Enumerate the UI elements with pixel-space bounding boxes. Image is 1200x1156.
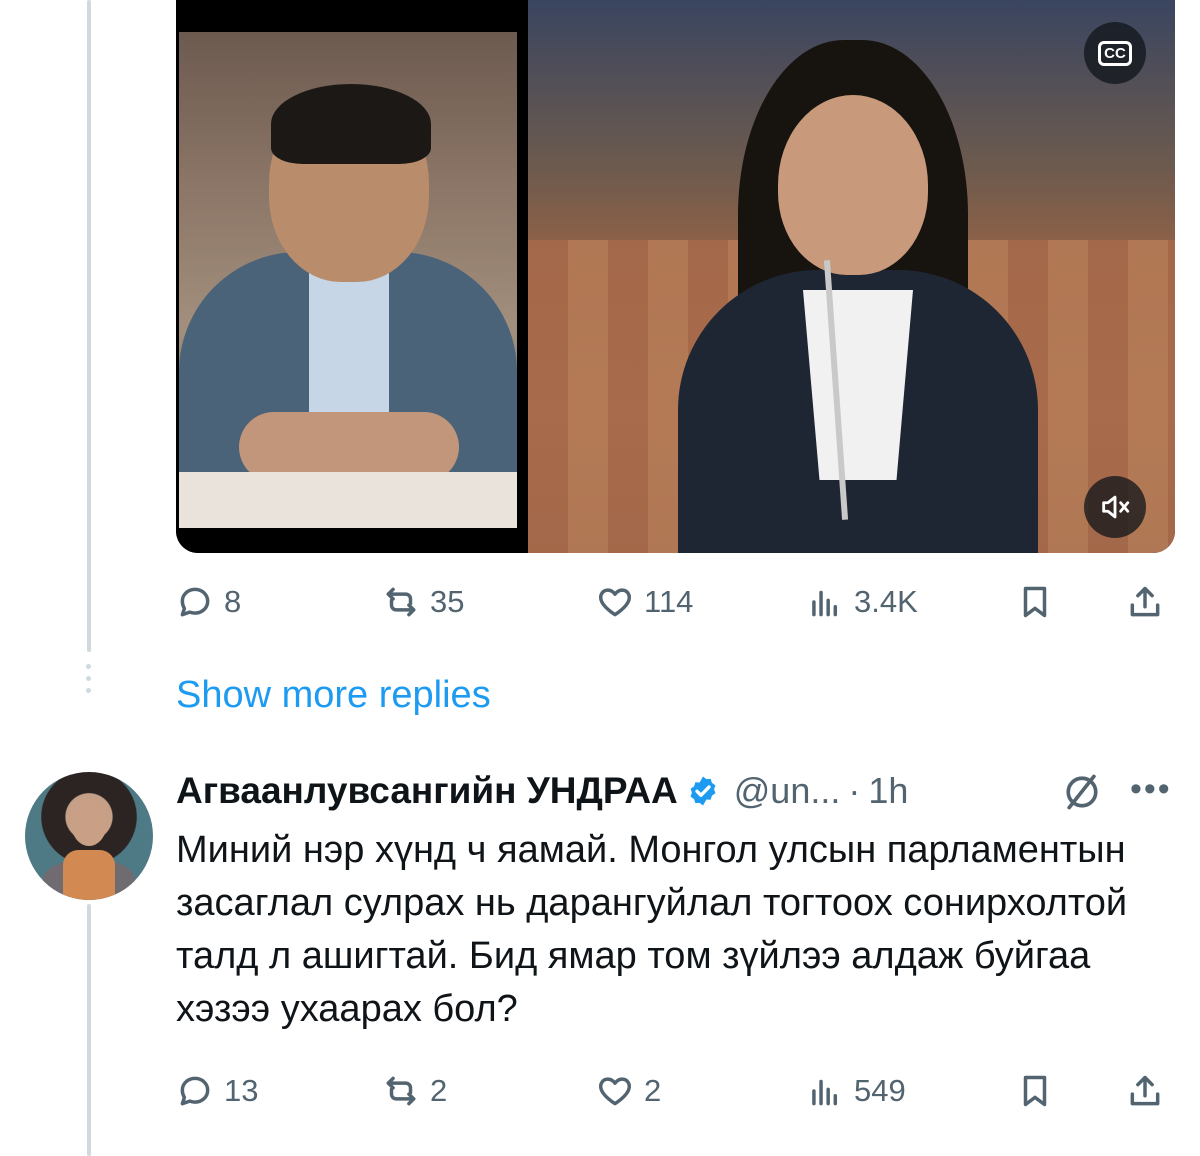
views-button[interactable]: 549	[806, 1066, 906, 1116]
heart-icon	[599, 1077, 631, 1106]
like-count: 2	[644, 1073, 662, 1108]
media-right-photo	[528, 0, 1175, 553]
reply-count: 13	[224, 1073, 259, 1108]
reply-actions: 13 2 2 549	[176, 1066, 1166, 1116]
repost-icon	[386, 1076, 416, 1106]
tweet-media[interactable]: CC	[176, 0, 1175, 553]
media-left-photo	[176, 0, 528, 553]
reply-button[interactable]: 8	[176, 577, 241, 627]
reply-icon	[180, 1076, 210, 1106]
grok-icon[interactable]	[1060, 770, 1104, 814]
share-icon	[1130, 586, 1160, 617]
reply-icon	[180, 587, 210, 617]
views-count: 3.4K	[854, 584, 918, 619]
like-button[interactable]: 114	[596, 577, 693, 627]
bookmark-icon	[1023, 586, 1047, 618]
repost-icon	[386, 587, 416, 617]
author-handle[interactable]: @un...	[734, 770, 841, 812]
views-icon	[812, 590, 838, 617]
thread-dots	[86, 664, 91, 693]
separator-dot: ·	[848, 770, 861, 811]
reply-text: Миний нэр хүнд ч яамай. Монгол улсын пар…	[176, 829, 1128, 1030]
thread-line-top	[87, 0, 91, 652]
verified-badge-icon	[690, 776, 716, 806]
views-button[interactable]: 3.4K	[806, 577, 918, 627]
author-name[interactable]: Агваанлувсангийн УНДРАА	[176, 770, 678, 812]
avatar[interactable]	[25, 772, 153, 900]
views-icon	[812, 1079, 838, 1106]
timestamp[interactable]: 1h	[868, 770, 908, 812]
mute-button[interactable]	[1084, 476, 1146, 538]
captions-button[interactable]: CC	[1084, 22, 1146, 84]
bookmark-icon	[1023, 1075, 1047, 1107]
reply-count: 8	[224, 584, 242, 619]
bookmark-button[interactable]	[1016, 1066, 1054, 1116]
show-more-replies-link[interactable]: Show more replies	[176, 674, 491, 717]
repost-button[interactable]: 2	[382, 1066, 447, 1116]
repost-button[interactable]: 35	[382, 577, 464, 627]
thread-line-bottom	[87, 904, 91, 1156]
like-count: 114	[644, 584, 694, 619]
repost-count: 35	[430, 584, 465, 619]
more-options-icon[interactable]: •••	[1130, 770, 1172, 809]
repost-count: 2	[430, 1073, 448, 1108]
reply-button[interactable]: 13	[176, 1066, 258, 1116]
like-button[interactable]: 2	[596, 1066, 661, 1116]
share-button[interactable]	[1126, 1066, 1164, 1116]
mute-icon	[1102, 495, 1130, 519]
bookmark-button[interactable]	[1016, 577, 1054, 627]
cc-icon: CC	[1098, 40, 1132, 66]
heart-icon	[599, 588, 631, 617]
top-tweet-actions: 8 35 114 3.4K	[176, 577, 1166, 627]
share-button[interactable]	[1126, 577, 1164, 627]
reply-header: Агваанлувсангийн УНДРАА @un... · 1h	[176, 766, 908, 816]
share-icon	[1130, 1075, 1160, 1106]
views-count: 549	[854, 1073, 906, 1108]
